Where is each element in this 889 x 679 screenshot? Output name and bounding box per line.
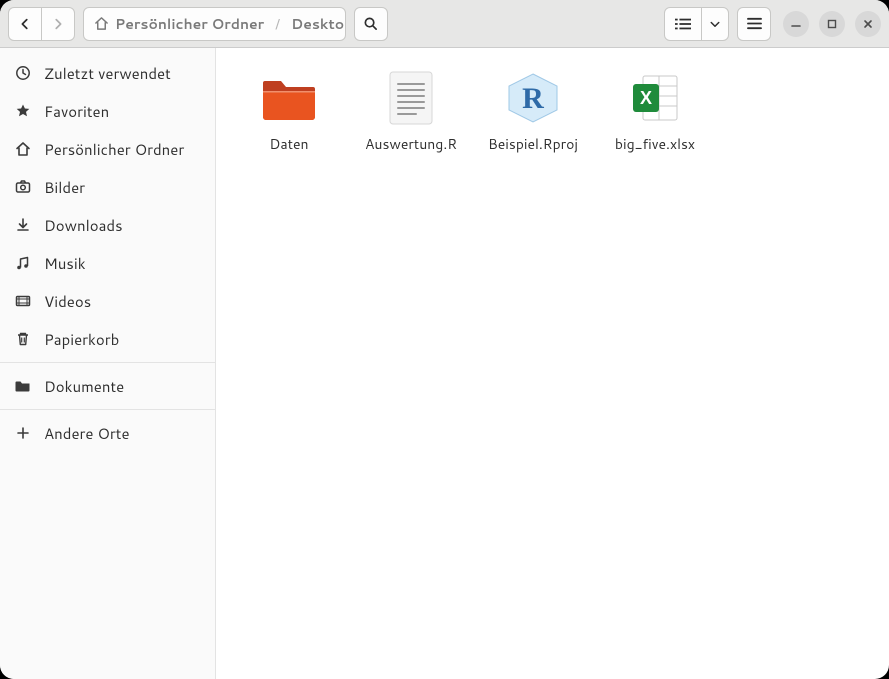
file-item-rproj[interactable]: R Beispiel.Rproj xyxy=(474,66,592,176)
view-controls xyxy=(664,7,729,41)
sidebar-separator xyxy=(0,362,215,363)
clock-icon xyxy=(14,65,32,81)
hamburger-menu-button[interactable] xyxy=(737,7,771,41)
sidebar-item-label: Zuletzt verwendet xyxy=(44,63,171,84)
sidebar: Zuletzt verwendet Favoriten Persönlicher… xyxy=(0,48,216,679)
nav-buttons xyxy=(8,7,75,41)
sidebar-item-documents[interactable]: Dokumente xyxy=(0,367,215,405)
sidebar-item-label: Musik xyxy=(44,253,86,274)
view-options-button[interactable] xyxy=(701,7,729,41)
hamburger-icon xyxy=(747,17,762,30)
sidebar-item-label: Dokumente xyxy=(44,376,124,397)
icon-grid: Daten Auswertung.R xyxy=(230,66,875,176)
sidebar-item-favorites[interactable]: Favoriten xyxy=(0,92,215,130)
video-icon xyxy=(14,293,32,309)
file-manager-window: Persönlicher Ordner / Desktop / Beispiel xyxy=(0,0,889,679)
sidebar-item-label: Persönlicher Ordner xyxy=(44,139,184,160)
sidebar-item-label: Andere Orte xyxy=(44,423,130,444)
trash-icon xyxy=(14,331,32,347)
breadcrumb-seg-home[interactable]: Persönlicher Ordner xyxy=(84,8,274,40)
chevron-down-icon xyxy=(709,18,721,30)
close-button[interactable] xyxy=(855,11,881,37)
sidebar-separator xyxy=(0,409,215,410)
excel-icon: X xyxy=(627,70,683,126)
chevron-right-icon xyxy=(51,17,65,31)
download-icon xyxy=(14,217,32,233)
file-label: Auswertung.R xyxy=(365,134,457,154)
sidebar-item-label: Downloads xyxy=(44,215,123,236)
home-icon xyxy=(94,16,109,31)
sidebar-item-recent[interactable]: Zuletzt verwendet xyxy=(0,54,215,92)
sidebar-item-label: Bilder xyxy=(44,177,85,198)
file-label: Daten xyxy=(269,134,308,154)
search-button[interactable] xyxy=(354,7,388,41)
breadcrumb-seg-label: Desktop xyxy=(291,14,345,34)
back-button[interactable] xyxy=(8,7,42,41)
sidebar-item-label: Favoriten xyxy=(44,101,109,122)
sidebar-item-other-places[interactable]: Andere Orte xyxy=(0,414,215,452)
sidebar-item-label: Videos xyxy=(44,291,91,312)
body: Zuletzt verwendet Favoriten Persönlicher… xyxy=(0,48,889,679)
text-file-icon xyxy=(383,70,439,126)
close-icon xyxy=(863,19,873,29)
sidebar-item-music[interactable]: Musik xyxy=(0,244,215,282)
sidebar-item-pictures[interactable]: Bilder xyxy=(0,168,215,206)
file-item-xlsx[interactable]: X big_five.xlsx xyxy=(596,66,714,176)
maximize-button[interactable] xyxy=(819,11,845,37)
folder-icon xyxy=(261,70,317,126)
minimize-button[interactable] xyxy=(783,11,809,37)
folder-icon xyxy=(14,378,32,394)
music-icon xyxy=(14,255,32,271)
rproj-icon: R xyxy=(505,70,561,126)
home-icon xyxy=(14,141,32,157)
forward-button[interactable] xyxy=(41,7,75,41)
file-item-text[interactable]: Auswertung.R xyxy=(352,66,470,176)
view-list-button[interactable] xyxy=(664,7,702,41)
breadcrumb-seg-desktop[interactable]: Desktop xyxy=(281,8,345,40)
minimize-icon xyxy=(791,19,801,29)
file-label: Beispiel.Rproj xyxy=(488,134,578,154)
plus-icon xyxy=(14,425,32,441)
sidebar-item-trash[interactable]: Papierkorb xyxy=(0,320,215,358)
sidebar-item-home[interactable]: Persönlicher Ordner xyxy=(0,130,215,168)
sidebar-item-videos[interactable]: Videos xyxy=(0,282,215,320)
file-item-folder[interactable]: Daten xyxy=(230,66,348,176)
sidebar-item-label: Papierkorb xyxy=(44,329,119,350)
sidebar-item-downloads[interactable]: Downloads xyxy=(0,206,215,244)
breadcrumb-seg-label: Persönlicher Ordner xyxy=(115,14,264,34)
search-icon xyxy=(363,16,378,31)
window-controls xyxy=(783,11,881,37)
list-icon xyxy=(675,17,691,31)
breadcrumb: Persönlicher Ordner / Desktop / Beispiel xyxy=(83,7,346,41)
svg-text:R: R xyxy=(522,82,544,115)
maximize-icon xyxy=(827,19,837,29)
star-icon xyxy=(14,103,32,119)
svg-text:X: X xyxy=(640,88,652,108)
headerbar: Persönlicher Ordner / Desktop / Beispiel xyxy=(0,0,889,48)
chevron-left-icon xyxy=(18,17,32,31)
breadcrumb-sep: / xyxy=(274,14,281,34)
file-label: big_five.xlsx xyxy=(615,134,695,154)
camera-icon xyxy=(14,179,32,195)
file-pane[interactable]: Daten Auswertung.R xyxy=(216,48,889,679)
